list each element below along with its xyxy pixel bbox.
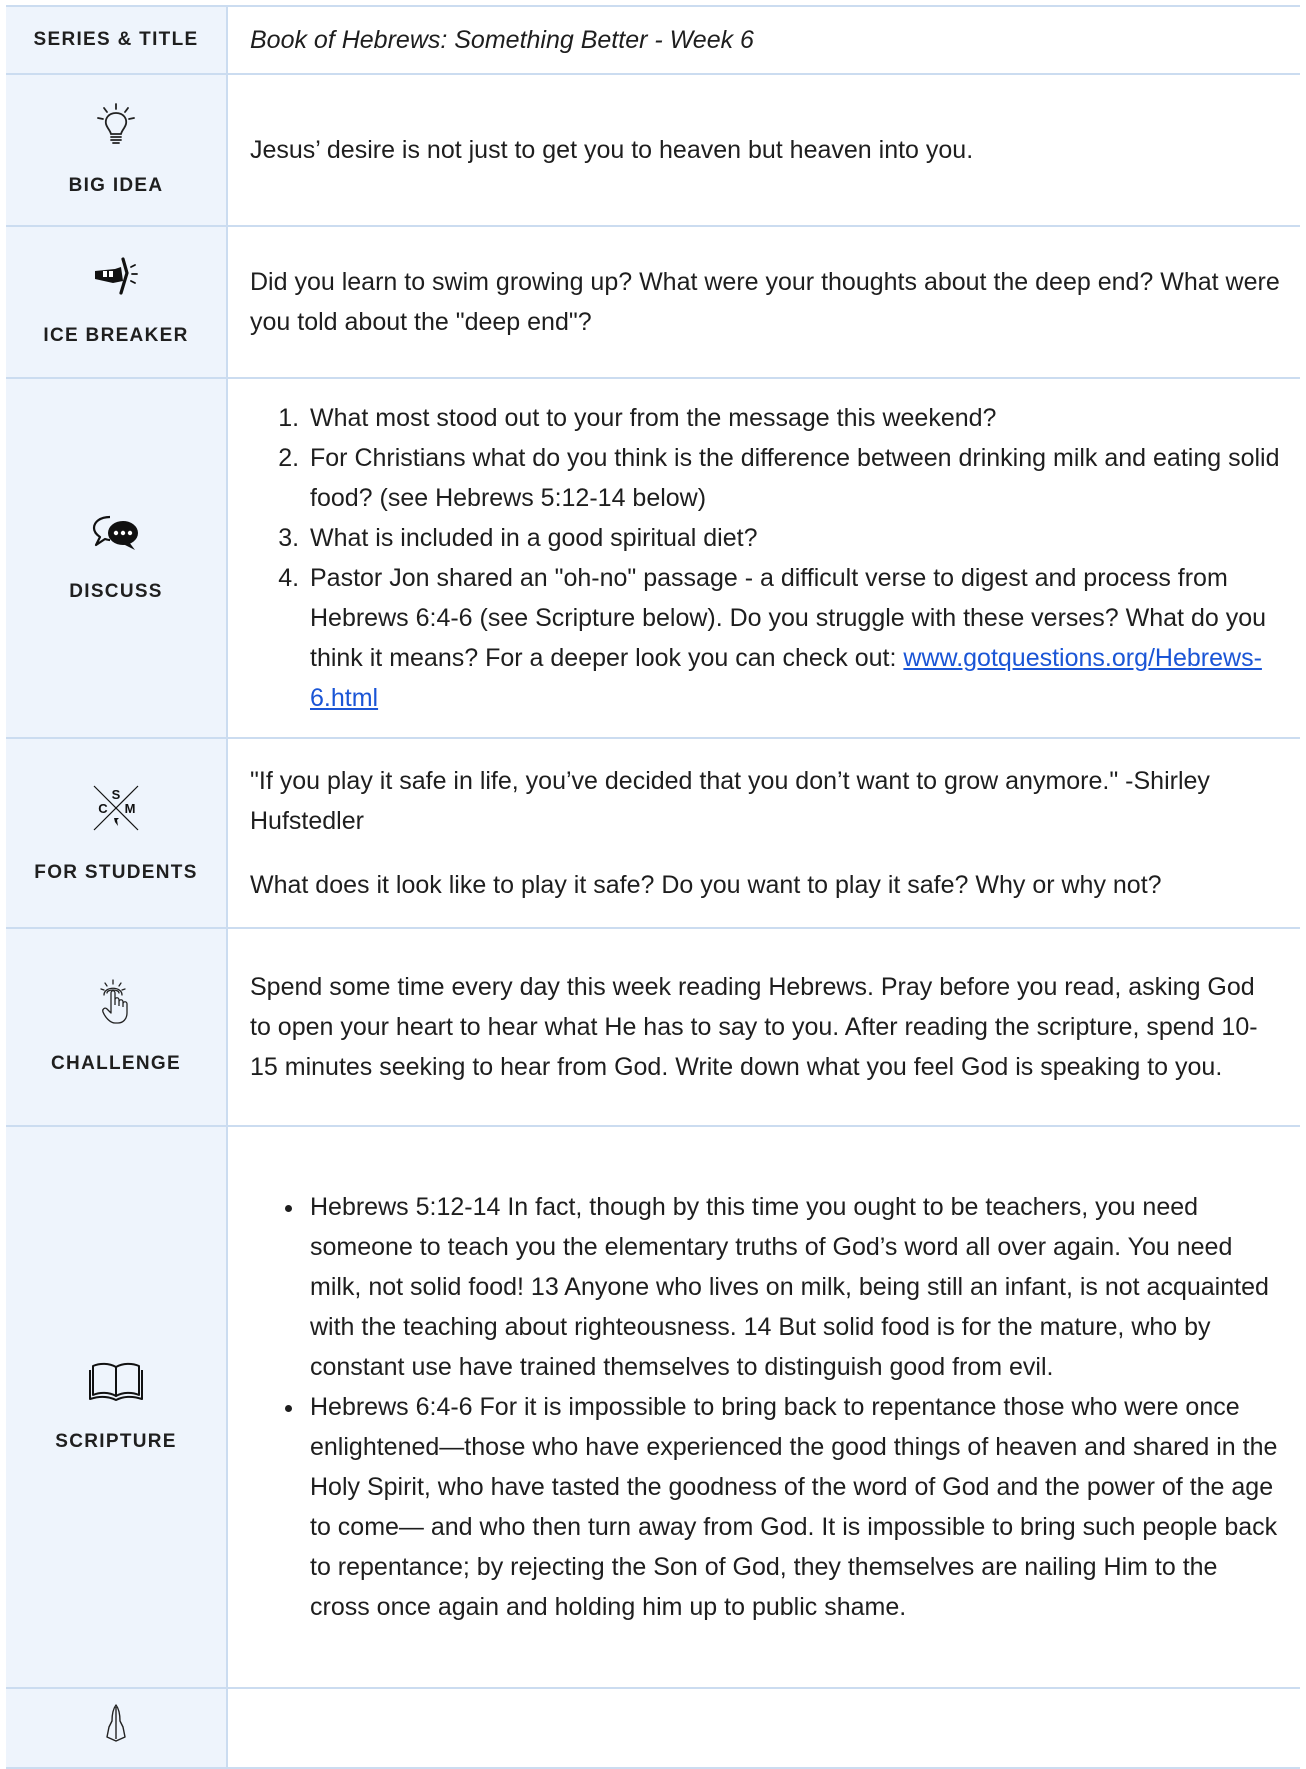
csm-logo-icon: S C M [12, 782, 220, 834]
challenge-text: Spend some time every day this week read… [250, 973, 1258, 1081]
row-challenge: CHALLENGE Spend some time every day this… [6, 927, 1300, 1127]
content-cell-challenge: Spend some time every day this week read… [227, 927, 1300, 1127]
label-big-idea: BIG IDEA [68, 175, 164, 196]
scripture-passage: Hebrews 6:4-6 For it is impossible to br… [306, 1387, 1282, 1627]
content-cell-prayer [227, 1687, 1300, 1769]
logo-letter: M [125, 801, 136, 816]
label-cell-series: SERIES & TITLE [6, 5, 228, 75]
content-cell-scripture: Hebrews 5:12-14 In fact, though by this … [227, 1125, 1300, 1689]
label-challenge: CHALLENGE [51, 1053, 181, 1074]
content-cell-big-idea: Jesus’ desire is not just to get you to … [227, 73, 1300, 227]
praying-hands-icon [12, 1703, 220, 1743]
discuss-question: What most stood out to your from the mes… [306, 398, 1282, 438]
label-series-title: SERIES & TITLE [33, 29, 199, 50]
student-question: What does it look like to play it safe? … [250, 871, 1162, 899]
label-cell-ice-breaker: ICE BREAKER [6, 225, 228, 379]
scripture-passage: Hebrews 5:12-14 In fact, though by this … [306, 1187, 1282, 1387]
row-big-idea: BIG IDEA Jesus’ desire is not just to ge… [6, 73, 1300, 227]
hand-tap-icon [12, 979, 220, 1025]
speech-bubbles-icon [12, 513, 220, 553]
ice-breaker-text: Did you learn to swim growing up? What w… [250, 268, 1280, 336]
discuss-question-list: What most stood out to your from the mes… [250, 398, 1282, 718]
row-for-students: S C M FOR STUDENTS "If you play it safe … [6, 737, 1300, 929]
ice-pick-icon [12, 257, 220, 297]
series-title-text: Book of Hebrews: Something Better - Week… [250, 26, 754, 54]
label-cell-challenge: CHALLENGE [6, 927, 228, 1127]
label-cell-prayer [6, 1687, 228, 1769]
discussion-guide-table: SERIES & TITLE Book of Hebrews: Somethin… [6, 5, 1300, 1769]
label-ice-breaker: ICE BREAKER [43, 325, 189, 346]
label-cell-big-idea: BIG IDEA [6, 73, 228, 227]
row-discuss: DISCUSS What most stood out to your from… [6, 377, 1300, 739]
student-quote: "If you play it safe in life, you’ve dec… [250, 767, 1210, 835]
row-series-title: SERIES & TITLE Book of Hebrews: Somethin… [6, 5, 1300, 75]
logo-letter: S [112, 787, 121, 802]
row-prayer [6, 1687, 1300, 1769]
content-cell-series: Book of Hebrews: Something Better - Week… [227, 5, 1300, 75]
content-cell-for-students: "If you play it safe in life, you’ve dec… [227, 737, 1300, 929]
row-ice-breaker: ICE BREAKER Did you learn to swim growin… [6, 225, 1300, 379]
label-for-students: FOR STUDENTS [34, 862, 198, 883]
content-cell-ice-breaker: Did you learn to swim growing up? What w… [227, 225, 1300, 379]
discuss-question: What is included in a good spiritual die… [306, 518, 1282, 558]
scripture-list: Hebrews 5:12-14 In fact, though by this … [250, 1187, 1282, 1627]
open-book-icon [12, 1361, 220, 1403]
label-discuss: DISCUSS [69, 581, 163, 602]
label-cell-for-students: S C M FOR STUDENTS [6, 737, 228, 929]
logo-letter: C [98, 801, 108, 816]
row-scripture: SCRIPTURE Hebrews 5:12-14 In fact, thoug… [6, 1125, 1300, 1689]
label-cell-scripture: SCRIPTURE [6, 1125, 228, 1689]
big-idea-text: Jesus’ desire is not just to get you to … [250, 136, 974, 164]
discuss-question: For Christians what do you think is the … [306, 438, 1282, 518]
label-cell-discuss: DISCUSS [6, 377, 228, 739]
discuss-question: Pastor Jon shared an "oh-no" passage - a… [306, 558, 1282, 718]
content-cell-discuss: What most stood out to your from the mes… [227, 377, 1300, 739]
discussion-guide-page: SERIES & TITLE Book of Hebrews: Somethin… [0, 0, 1306, 1769]
label-scripture: SCRIPTURE [55, 1431, 177, 1452]
lightbulb-icon [12, 103, 220, 147]
